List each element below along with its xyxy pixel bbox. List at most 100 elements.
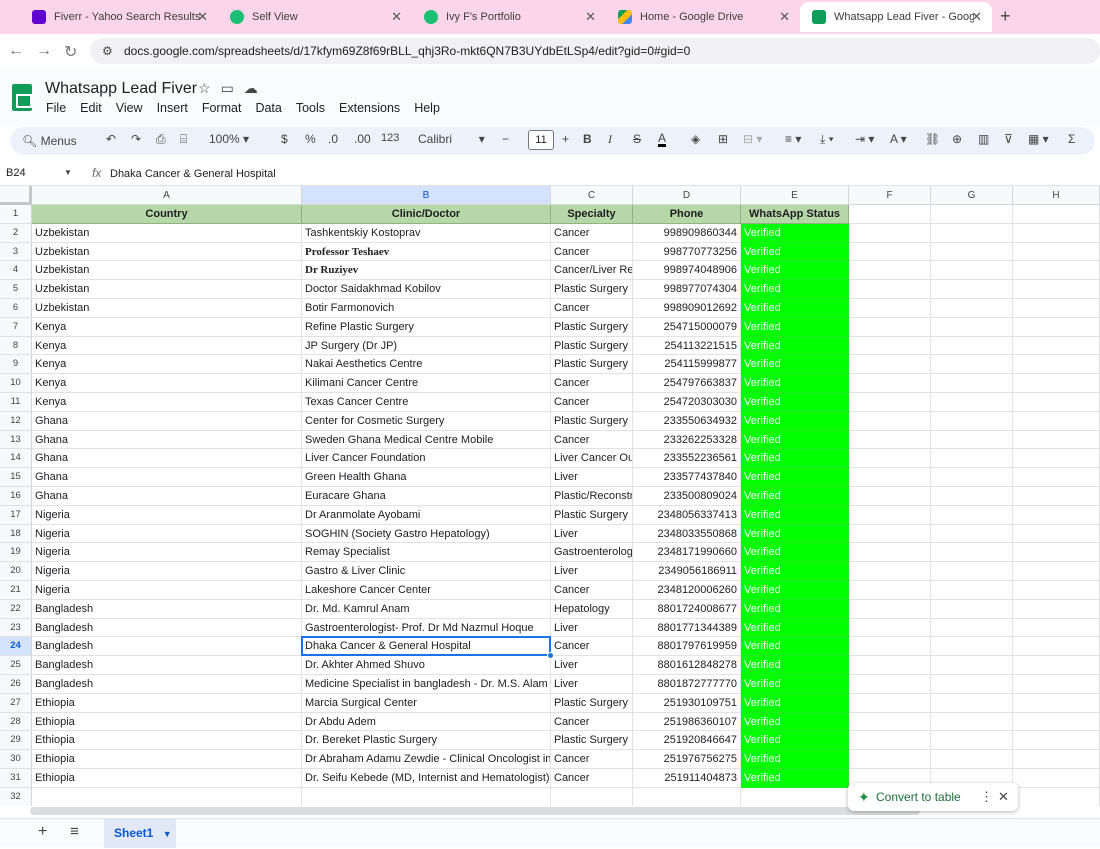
cell[interactable]: 254115999877 [633,355,741,375]
cell[interactable] [849,731,931,751]
select-all-corner[interactable] [0,186,32,205]
cell[interactable] [849,411,931,431]
cell[interactable]: Dr. Seifu Kebede (MD, Internist and Hema… [302,769,551,788]
row-header[interactable]: 25 [0,656,32,675]
cell[interactable] [849,599,931,619]
text-rotation-icon[interactable]: A ▾ [890,132,907,146]
cell[interactable] [931,374,1013,393]
row-header[interactable]: 24 [0,637,32,657]
cell[interactable] [931,430,1013,450]
cell[interactable]: Ghana [32,487,302,506]
cell[interactable] [1013,656,1100,675]
increase-font-size-icon[interactable]: + [562,132,569,146]
cell[interactable]: Botir Farmonovich [302,299,551,318]
cell[interactable]: Ethiopia [32,750,302,769]
cell[interactable] [1013,505,1100,525]
row-header[interactable]: 11 [0,393,32,412]
cell[interactable]: Medicine Specialist in bangladesh - Dr. … [302,675,551,694]
cell[interactable]: Liver [551,524,633,544]
cell[interactable]: Liver Cancer Out [551,449,633,469]
cell[interactable] [849,562,931,581]
cell[interactable]: Cancer [551,581,633,600]
cell[interactable] [849,693,931,713]
cell[interactable] [1013,675,1100,694]
cell[interactable]: 2348171990660 [633,543,741,563]
cell[interactable] [931,280,1013,299]
cell[interactable]: Cancer [551,637,633,657]
cell[interactable] [32,787,302,806]
chevron-down-icon[interactable]: ▼ [163,829,172,839]
status-cell[interactable]: Verified [741,543,849,563]
cell[interactable]: Cancer [551,769,633,788]
strikethrough-icon[interactable]: S [633,132,641,146]
number-format-button[interactable]: 123 [381,132,399,144]
column-title-cell[interactable]: WhatsApp Status [741,205,849,224]
close-icon[interactable]: ✕ [779,9,790,25]
cell[interactable]: Dr Abdu Adem [302,712,551,732]
cell[interactable]: 251911404873 [633,769,741,788]
star-icon[interactable]: ☆ [198,80,221,96]
cell[interactable] [849,618,931,638]
insert-chart-icon[interactable]: ▥ [978,132,989,146]
cell[interactable] [931,543,1013,563]
cell[interactable]: Ghana [32,411,302,431]
cell[interactable]: Texas Cancer Centre [302,393,551,412]
cell[interactable]: Uzbekistan [32,280,302,299]
cell[interactable] [849,223,931,243]
cell[interactable] [931,242,1013,262]
status-cell[interactable]: Verified [741,505,849,525]
cell[interactable] [1013,336,1100,356]
cell[interactable] [849,355,931,375]
site-info-icon[interactable]: ⚙ [102,38,113,64]
status-cell[interactable]: Verified [741,637,849,657]
status-cell[interactable]: Verified [741,468,849,487]
close-icon[interactable]: ✕ [197,9,208,25]
cell[interactable]: 233577437840 [633,468,741,487]
column-header-b[interactable]: B [302,186,551,205]
status-cell[interactable]: Verified [741,393,849,412]
cell[interactable]: Dr. Bereket Plastic Surgery [302,731,551,751]
cell[interactable]: Plastic Surgery [551,336,633,356]
add-sheet-icon[interactable]: + [38,823,47,841]
undo-icon[interactable]: ↶ [106,132,116,146]
currency-button[interactable]: $ [281,132,288,146]
cell[interactable] [302,787,551,806]
cell[interactable] [1013,750,1100,769]
cell[interactable]: Center for Cosmetic Surgery [302,411,551,431]
close-icon[interactable]: ✕ [585,9,596,25]
browser-tab[interactable]: Fiverr - Yahoo Search Results ✕ [20,2,218,32]
cell[interactable]: Kenya [32,317,302,337]
close-icon[interactable]: ✕ [971,9,982,25]
status-cell[interactable]: Verified [741,524,849,544]
cell[interactable]: Refine Plastic Surgery [302,317,551,337]
all-sheets-icon[interactable]: ≡ [70,823,79,840]
cell[interactable] [931,731,1013,751]
table-view-icon[interactable]: ▦ ▾ [1028,132,1049,146]
cell[interactable] [849,299,931,318]
cell[interactable]: Gastroenterologist- Prof. Dr Md Nazmul H… [302,618,551,638]
cell[interactable]: 254113221515 [633,336,741,356]
row-header[interactable]: 6 [0,299,32,318]
browser-tab-active[interactable]: Whatsapp Lead Fiver - Google S ✕ [800,2,992,32]
browser-tab[interactable]: Home - Google Drive ✕ [606,2,800,32]
cell[interactable]: Dr Ruziyev [302,261,551,281]
cell[interactable]: Cancer [551,299,633,318]
cell[interactable] [931,205,1013,224]
cell[interactable]: Nigeria [32,562,302,581]
cell[interactable] [1013,468,1100,487]
decrease-decimal-button[interactable]: .0 [328,132,338,146]
sheet-tab-active[interactable]: Sheet1 ▼ [104,819,176,848]
cell[interactable]: Plastic Surgery [551,355,633,375]
cell[interactable] [1013,787,1100,806]
row-header[interactable]: 19 [0,543,32,563]
status-cell[interactable]: Verified [741,449,849,469]
row-header[interactable]: 5 [0,280,32,299]
cell[interactable] [551,787,633,806]
cell[interactable]: 254797663837 [633,374,741,393]
status-cell[interactable]: Verified [741,769,849,788]
align-left-icon[interactable]: ≡ ▾ [785,132,801,146]
cell[interactable]: Kenya [32,355,302,375]
zoom-select[interactable]: 100% ▾ [209,132,249,146]
status-cell[interactable]: Verified [741,280,849,299]
cell[interactable] [1013,355,1100,375]
